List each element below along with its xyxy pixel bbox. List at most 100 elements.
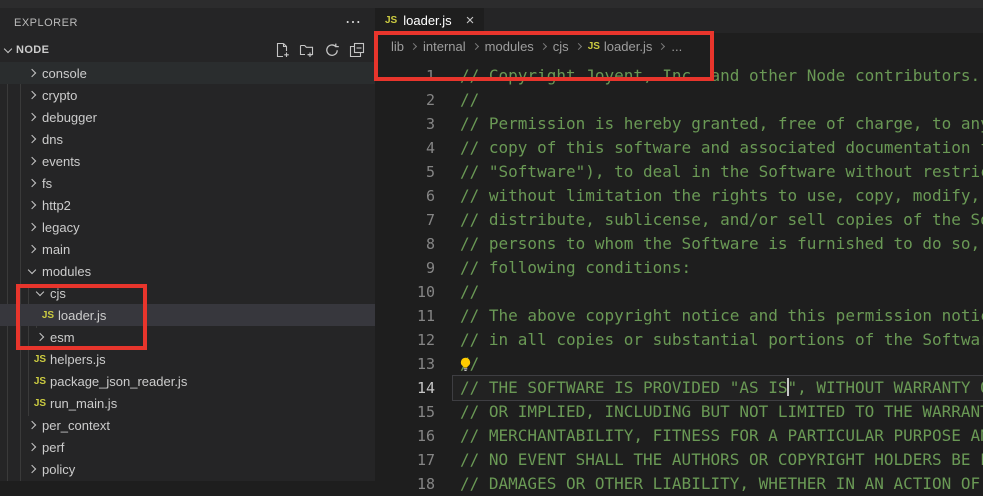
code-line-15[interactable]: 15// OR IMPLIED, INCLUDING BUT NOT LIMIT… (375, 400, 983, 424)
code-line-1[interactable]: 1 // Copyright Joyent, Inc. and other Nod… (375, 64, 983, 88)
explorer-title: EXPLORER (14, 17, 78, 29)
tree-item-perf[interactable]: perf (0, 436, 375, 458)
line-text: // following conditions: (453, 256, 983, 280)
tree-item-dns[interactable]: dns (0, 128, 375, 150)
tree-item-run_main-js[interactable]: JSrun_main.js (0, 392, 375, 414)
new-folder-icon[interactable] (299, 42, 315, 58)
code-line-13[interactable]: 13// (375, 352, 983, 376)
line-number: 4 (375, 136, 435, 160)
code-line-6[interactable]: 6// without limitation the rights to use… (375, 184, 983, 208)
code-line-8[interactable]: 8 // persons to whom the Software is furn… (375, 232, 983, 256)
chevron-down-icon (4, 44, 12, 52)
chevron-right-icon (24, 70, 40, 76)
tree-item-label: legacy (42, 220, 80, 235)
line-text: // Permission is hereby granted, free of… (453, 112, 983, 136)
breadcrumb-item-internal[interactable]: internal (423, 39, 466, 54)
chevron-down-icon (24, 270, 40, 273)
line-text: // distribute, sublicense, and/or sell c… (453, 208, 983, 232)
collapse-all-icon[interactable] (349, 42, 365, 58)
js-file-icon: JS (32, 354, 48, 365)
line-text: // (453, 352, 983, 376)
tree-item-main[interactable]: main (0, 238, 375, 260)
node-section-header[interactable]: NODE (0, 38, 375, 62)
line-text: // persons to whom the Software is furni… (453, 232, 983, 256)
js-file-icon: JS (32, 398, 48, 409)
editor-tab-bar: JS loader.js × (375, 8, 983, 33)
code-line-3[interactable]: 3// Permission is hereby granted, free o… (375, 112, 983, 136)
lightbulb-icon[interactable] (458, 355, 473, 379)
line-number: 18 (375, 472, 435, 496)
breadcrumb-item-cjs[interactable]: cjs (553, 39, 569, 54)
js-file-icon: JS (40, 310, 56, 321)
code-editor: 1 // Copyright Joyent, Inc. and other Nod… (375, 59, 983, 481)
line-number: 8 (375, 232, 435, 256)
tree-item-http2[interactable]: http2 (0, 194, 375, 216)
tree-item-fs[interactable]: fs (0, 172, 375, 194)
tree-item-label: fs (42, 176, 52, 191)
tree-item-label: loader.js (58, 308, 106, 323)
js-file-icon: JS (588, 41, 600, 52)
tree-item-policy[interactable]: policy (0, 458, 375, 480)
new-file-icon[interactable] (274, 42, 290, 58)
explorer-sidebar: EXPLORER ⋯ NODE console crypto debugger dns… (0, 8, 375, 481)
tree-item-events[interactable]: events (0, 150, 375, 172)
tree-item-esm[interactable]: esm (0, 326, 375, 348)
tree-item-legacy[interactable]: legacy (0, 216, 375, 238)
tree-item-label: helpers.js (50, 352, 106, 367)
tree-item-label: console (42, 66, 87, 81)
line-number: 1 (375, 64, 435, 88)
explorer-header: EXPLORER ⋯ (0, 8, 375, 38)
code-line-18[interactable]: 18// DAMAGES OR OTHER LIABILITY, WHETHER… (375, 472, 983, 496)
line-number: 16 (375, 424, 435, 448)
code-line-12[interactable]: 12// in all copies or substantial portio… (375, 328, 983, 352)
code-line-17[interactable]: 17// NO EVENT SHALL THE AUTHORS OR COPYR… (375, 448, 983, 472)
line-number: 5 (375, 160, 435, 184)
close-icon[interactable]: × (466, 14, 475, 28)
line-text: // Copyright Joyent, Inc. and other Node… (453, 64, 983, 88)
tree-item-modules[interactable]: modules (0, 260, 375, 282)
chevron-right-icon (24, 158, 40, 164)
tab-label: loader.js (403, 13, 451, 28)
code-line-9[interactable]: 9 // following conditions: (375, 256, 983, 280)
tree-item-package_json_reader-js[interactable]: JSpackage_json_reader.js (0, 370, 375, 392)
tab-loader-js[interactable]: JS loader.js × (375, 8, 484, 33)
chevron-down-icon (32, 292, 48, 295)
breadcrumb-item--[interactable]: ... (671, 39, 682, 54)
more-actions-icon[interactable]: ⋯ (345, 18, 361, 28)
tree-item-console[interactable]: console (0, 62, 375, 84)
code-lines: 1 // Copyright Joyent, Inc. and other Nod… (375, 64, 983, 496)
code-line-4[interactable]: 4// copy of this software and associated… (375, 136, 983, 160)
tree-item-helpers-js[interactable]: JShelpers.js (0, 348, 375, 370)
chevron-right-icon (24, 422, 40, 428)
chevron-right-icon (24, 136, 40, 142)
tree-item-label: events (42, 154, 80, 169)
breadcrumb-item-lib[interactable]: lib (391, 39, 404, 54)
breadcrumb-item-loader-js[interactable]: JSloader.js (588, 39, 653, 54)
chevron-right-icon (24, 246, 40, 252)
explorer-actions (274, 42, 365, 58)
tree-item-loader-js[interactable]: JSloader.js (0, 304, 375, 326)
line-text: // without limitation the rights to use,… (453, 184, 983, 208)
breadcrumb-separator-icon (575, 42, 582, 49)
tree-item-cjs[interactable]: cjs (0, 282, 375, 304)
line-text: // (453, 88, 983, 112)
code-line-16[interactable]: 16// MERCHANTABILITY, FITNESS FOR A PART… (375, 424, 983, 448)
breadcrumb-item-modules[interactable]: modules (485, 39, 534, 54)
line-text: // OR IMPLIED, INCLUDING BUT NOT LIMITED… (453, 400, 983, 424)
code-line-2[interactable]: 2 // (375, 88, 983, 112)
line-number: 9 (375, 256, 435, 280)
code-line-7[interactable]: 7// distribute, sublicense, and/or sell … (375, 208, 983, 232)
code-line-5[interactable]: 5// "Software"), to deal in the Software… (375, 160, 983, 184)
code-line-11[interactable]: 11// The above copyright notice and this… (375, 304, 983, 328)
tree-item-per_context[interactable]: per_context (0, 414, 375, 436)
chevron-right-icon (24, 224, 40, 230)
code-line-14[interactable]: 14// THE SOFTWARE IS PROVIDED "AS IS", W… (375, 376, 983, 400)
tree-item-debugger[interactable]: debugger (0, 106, 375, 128)
tree-item-label: perf (42, 440, 64, 455)
code-line-10[interactable]: 10// (375, 280, 983, 304)
line-number: 10 (375, 280, 435, 304)
tree-item-label: debugger (42, 110, 97, 125)
line-number: 2 (375, 88, 435, 112)
refresh-icon[interactable] (324, 42, 340, 58)
tree-item-crypto[interactable]: crypto (0, 84, 375, 106)
